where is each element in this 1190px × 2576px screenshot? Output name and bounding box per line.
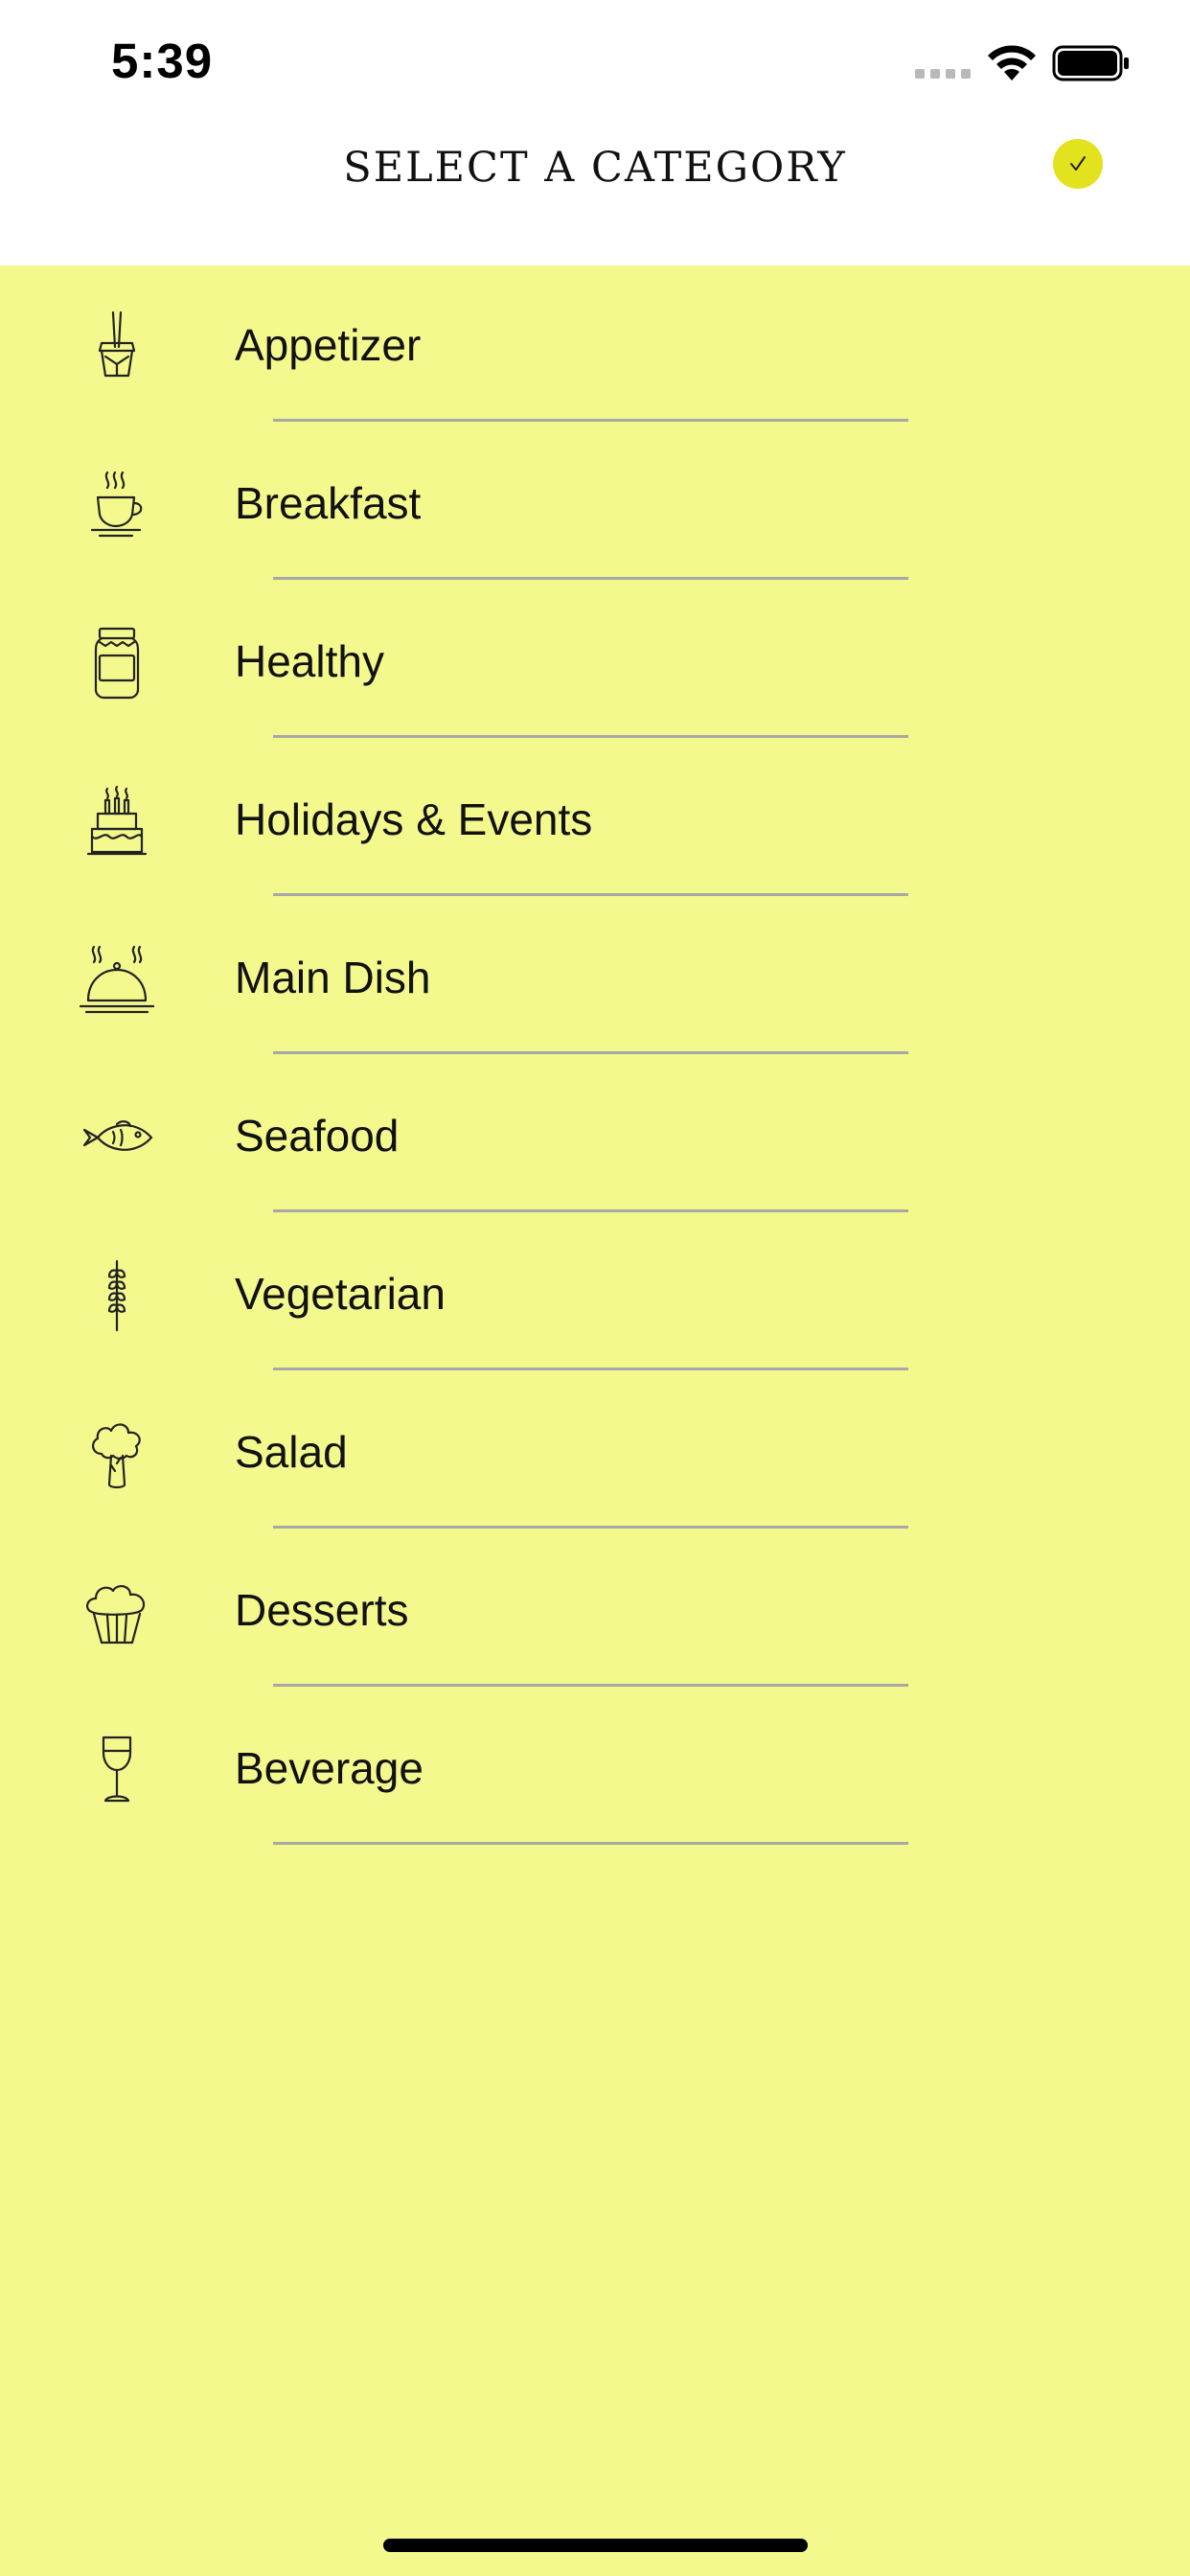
divider (273, 419, 908, 422)
category-label: Seafood (235, 1111, 400, 1161)
category-label: Salad (235, 1427, 348, 1477)
category-label: Healthy (235, 636, 384, 686)
cupcake-icon (79, 1574, 155, 1650)
divider (273, 1526, 908, 1529)
category-label: Appetizer (235, 320, 422, 370)
wine-glass-icon (79, 1732, 155, 1808)
divider (273, 577, 908, 580)
category-row-appetizer[interactable]: Appetizer (0, 265, 1190, 424)
category-row-vegetarian[interactable]: Vegetarian (0, 1214, 1190, 1372)
cake-icon (79, 783, 155, 860)
wifi-icon (988, 45, 1036, 80)
category-label: Main Dish (235, 953, 431, 1002)
checkmark-icon (1070, 156, 1086, 171)
status-bar: 5:39 (0, 0, 1190, 125)
category-row-seafood[interactable]: Seafood (0, 1056, 1190, 1214)
divider (273, 1842, 908, 1845)
wheat-icon (79, 1257, 155, 1334)
jar-icon (79, 625, 155, 702)
category-label: Vegetarian (235, 1269, 446, 1319)
category-row-desserts[interactable]: Desserts (0, 1530, 1190, 1689)
category-row-beverage[interactable]: Beverage (0, 1689, 1190, 1847)
page-title: SELECT A CATEGORY (343, 144, 847, 192)
category-label: Desserts (235, 1585, 409, 1635)
divider (273, 735, 908, 738)
category-row-main-dish[interactable]: Main Dish (0, 898, 1190, 1056)
category-row-holidays-events[interactable]: Holidays & Events (0, 740, 1190, 898)
category-label: Breakfast (235, 478, 422, 528)
fish-icon (79, 1099, 155, 1176)
battery-icon (1052, 45, 1129, 81)
cloche-icon (79, 941, 155, 1018)
divider (273, 893, 908, 896)
category-row-healthy[interactable]: Healthy (0, 582, 1190, 740)
takeout-box-icon (79, 309, 155, 385)
category-label: Holidays & Events (235, 794, 593, 844)
status-time: 5:39 (111, 34, 214, 88)
category-row-breakfast[interactable]: Breakfast (0, 424, 1190, 582)
broccoli-icon (79, 1415, 155, 1492)
category-row-salad[interactable]: Salad (0, 1372, 1190, 1530)
cellular-signal-icon (915, 69, 971, 79)
coffee-cup-icon (79, 467, 155, 543)
divider (273, 1209, 908, 1212)
divider (273, 1368, 908, 1370)
home-indicator[interactable] (383, 2539, 808, 2552)
done-button[interactable] (1053, 139, 1103, 189)
category-label: Beverage (235, 1743, 423, 1793)
category-list: Appetizer Breakfast Healthy Holidays & E… (0, 265, 1190, 2576)
divider (273, 1051, 908, 1054)
divider (273, 1684, 908, 1687)
